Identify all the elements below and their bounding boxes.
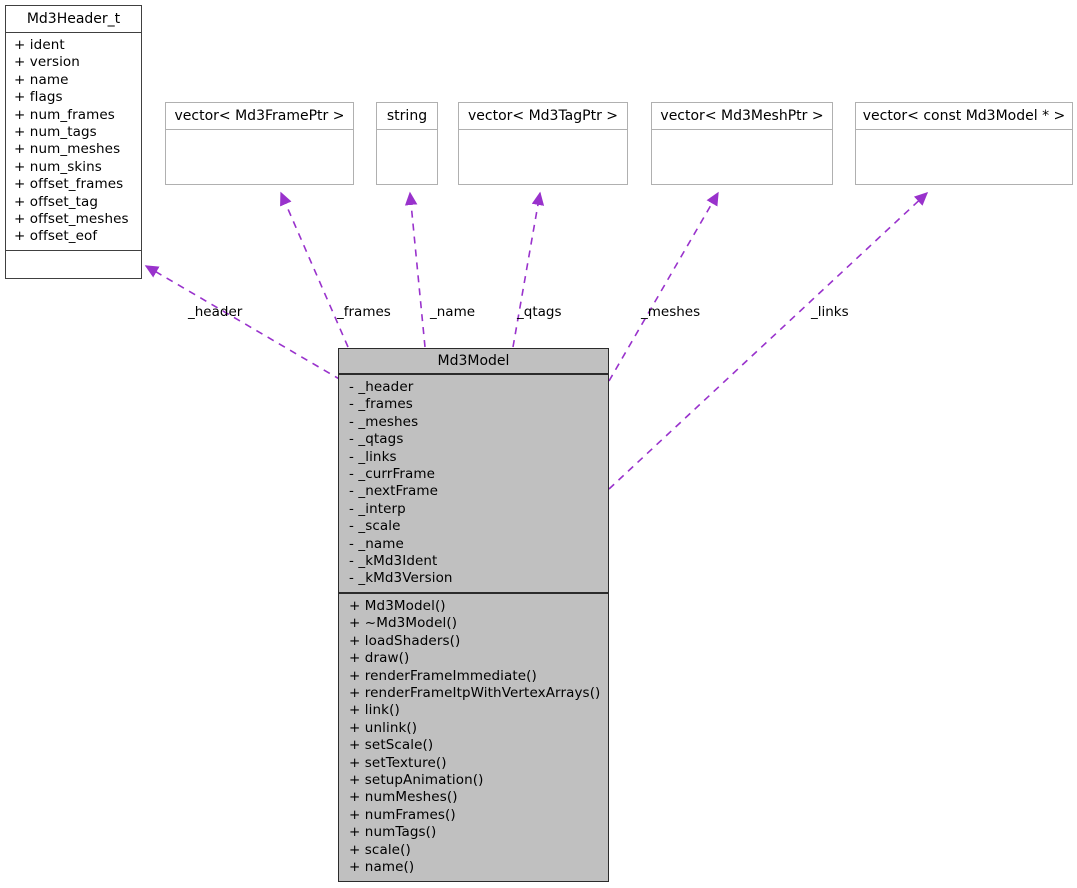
class-title-string: string bbox=[377, 103, 437, 130]
class-title-vector-md3meshptr: vector< Md3MeshPtr > bbox=[652, 103, 832, 130]
operation-item: + renderFrameItpWithVertexArrays() bbox=[349, 685, 601, 702]
class-title-vector-md3frameptr: vector< Md3FramePtr > bbox=[166, 103, 353, 130]
attribute-item: - _kMd3Ident bbox=[349, 553, 438, 570]
attribute-item: - _header bbox=[349, 379, 414, 395]
edge-label-meshes: _meshes bbox=[641, 304, 701, 320]
class-attributes-vector-md3frameptr bbox=[166, 130, 353, 157]
edge-meshes bbox=[608, 191, 719, 382]
edge-qtags bbox=[512, 191, 545, 348]
class-box-vector-md3meshptr[interactable]: vector< Md3MeshPtr > bbox=[651, 102, 833, 185]
operation-item: + unlink() bbox=[349, 719, 418, 736]
attribute-item: + ident bbox=[14, 37, 65, 53]
operation-item: + numMeshes() bbox=[349, 789, 458, 806]
class-operations-vector-const-md3model-ptr bbox=[856, 157, 1072, 184]
attribute-item: - _currFrame bbox=[349, 466, 436, 483]
attribute-item: - _nextFrame bbox=[349, 483, 439, 500]
operation-item: + loadShaders() bbox=[349, 632, 461, 649]
class-attributes-string bbox=[377, 130, 437, 157]
operation-item: + setTexture() bbox=[349, 754, 447, 771]
class-operations-string bbox=[377, 157, 437, 184]
operation-item: + setScale() bbox=[349, 737, 434, 754]
attribute-item: - _interp bbox=[349, 500, 406, 517]
class-attributes-md3header-t: + ident + version + name + flags + num_f… bbox=[6, 33, 141, 251]
class-operations-vector-md3frameptr bbox=[166, 157, 353, 184]
attribute-item: - _name bbox=[349, 535, 404, 552]
edge-label-frames: _frames bbox=[337, 304, 391, 320]
class-operations-md3header-t bbox=[6, 251, 141, 278]
operation-item: + draw() bbox=[349, 650, 410, 667]
edge-label-qtags: _qtags bbox=[517, 304, 562, 320]
attribute-item: + name bbox=[14, 71, 69, 88]
class-attributes-md3model: - _header - _frames - _meshes - _qtags -… bbox=[339, 375, 608, 594]
edge-header bbox=[144, 265, 342, 381]
operation-item: + numFrames() bbox=[349, 806, 456, 823]
edge-label-links: _links bbox=[811, 304, 849, 320]
attribute-item: - _scale bbox=[349, 518, 401, 535]
attribute-item: + num_skins bbox=[14, 158, 102, 175]
class-attributes-vector-md3meshptr bbox=[652, 130, 832, 157]
edge-frames bbox=[280, 191, 349, 348]
attribute-item: - _links bbox=[349, 448, 397, 465]
class-box-vector-md3tagptr[interactable]: vector< Md3TagPtr > bbox=[458, 102, 628, 185]
edge-links bbox=[608, 192, 929, 490]
attribute-item: + num_tags bbox=[14, 124, 97, 141]
attribute-item: - _meshes bbox=[349, 413, 419, 430]
edge-label-header: _header bbox=[188, 304, 243, 320]
attribute-item: + version bbox=[14, 54, 80, 71]
attribute-item: + num_meshes bbox=[14, 141, 121, 158]
class-title-vector-const-md3model-ptr: vector< const Md3Model * > bbox=[856, 103, 1072, 130]
class-box-vector-const-md3model-ptr[interactable]: vector< const Md3Model * > bbox=[855, 102, 1073, 185]
operation-item: + name() bbox=[349, 859, 415, 876]
attribute-item: + flags bbox=[14, 89, 63, 106]
operation-item: + Md3Model() bbox=[349, 598, 446, 614]
class-attributes-vector-md3tagptr bbox=[459, 130, 627, 157]
class-title-md3model: Md3Model bbox=[339, 349, 608, 375]
class-operations-md3model: + Md3Model() + ~Md3Model() + loadShaders… bbox=[339, 594, 608, 881]
class-box-string[interactable]: string bbox=[376, 102, 438, 185]
attribute-item: + offset_eof bbox=[14, 228, 98, 245]
operation-item: + link() bbox=[349, 702, 400, 719]
class-attributes-vector-const-md3model-ptr bbox=[856, 130, 1072, 157]
operation-item: + setupAnimation() bbox=[349, 772, 484, 789]
class-box-md3model[interactable]: Md3Model - _header - _frames - _meshes -… bbox=[338, 348, 609, 882]
class-title-md3header-t: Md3Header_t bbox=[6, 6, 141, 33]
class-box-vector-md3frameptr[interactable]: vector< Md3FramePtr > bbox=[165, 102, 354, 185]
operation-item: + ~Md3Model() bbox=[349, 615, 458, 632]
attribute-item: + offset_tag bbox=[14, 193, 99, 210]
uml-class-diagram-canvas: Md3Header_t + ident + version + name + f… bbox=[0, 0, 1077, 888]
attribute-item: + offset_meshes bbox=[14, 211, 129, 228]
attribute-item: - _qtags bbox=[349, 431, 404, 448]
edge-name bbox=[404, 191, 426, 348]
edge-label-name: _name bbox=[430, 304, 476, 320]
class-operations-vector-md3meshptr bbox=[652, 157, 832, 184]
class-title-vector-md3tagptr: vector< Md3TagPtr > bbox=[459, 103, 627, 130]
operation-item: + numTags() bbox=[349, 824, 437, 841]
attribute-item: + offset_frames bbox=[14, 176, 124, 193]
operation-item: + renderFrameImmediate() bbox=[349, 667, 537, 684]
attribute-item: - _kMd3Version bbox=[349, 570, 453, 587]
class-operations-vector-md3tagptr bbox=[459, 157, 627, 184]
class-box-md3header-t[interactable]: Md3Header_t + ident + version + name + f… bbox=[5, 5, 142, 279]
operation-item: + scale() bbox=[349, 841, 411, 858]
attribute-item: - _frames bbox=[349, 396, 413, 413]
attribute-item: + num_frames bbox=[14, 106, 115, 123]
